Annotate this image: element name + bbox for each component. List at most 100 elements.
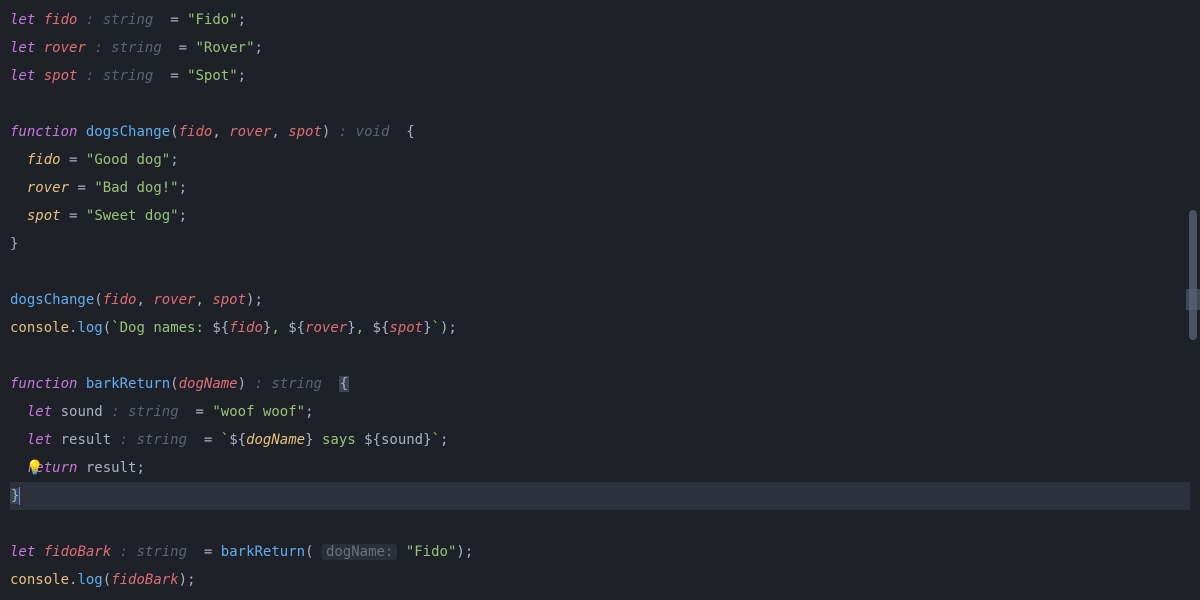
operator-eq: = xyxy=(204,432,212,448)
interp: dogName xyxy=(246,432,305,448)
code-line[interactable]: let fido : string = "Fido"; xyxy=(10,6,1190,34)
keyword-let: let xyxy=(10,68,35,84)
operator-eq: = xyxy=(170,68,178,84)
template-backtick: ` xyxy=(432,432,440,448)
type-hint: : string xyxy=(86,68,153,84)
code-line[interactable]: let result : string = `${dogName} says $… xyxy=(10,426,1190,454)
semicolon: ; xyxy=(179,180,187,196)
object-console: console xyxy=(10,572,69,588)
code-editor[interactable]: let fido : string = "Fido"; let rover : … xyxy=(0,0,1200,600)
template-text: says xyxy=(314,432,365,448)
function-name: dogsChange xyxy=(86,124,170,140)
operator-eq: = xyxy=(195,404,203,420)
interp: rover xyxy=(305,320,347,336)
code-line[interactable]: let spot : string = "Spot"; xyxy=(10,62,1190,90)
identifier: result xyxy=(61,432,112,448)
semicolon: ; xyxy=(238,12,246,28)
identifier-spot: spot xyxy=(44,68,78,84)
function-call: dogsChange xyxy=(10,292,94,308)
param: dogName xyxy=(179,376,238,392)
return-type-hint: : void xyxy=(339,124,390,140)
identifier: fido xyxy=(27,152,61,168)
paren-open: ( xyxy=(94,292,102,308)
code-line[interactable]: console.log(fidoBark); xyxy=(10,566,1190,594)
interp: spot xyxy=(389,320,423,336)
string-literal: "woof woof" xyxy=(212,404,305,420)
operator-eq: = xyxy=(69,208,77,224)
type-hint: : string xyxy=(120,432,187,448)
operator-eq: = xyxy=(204,544,212,560)
operator-eq: = xyxy=(170,12,178,28)
interp: fido xyxy=(229,320,263,336)
lightbulb-icon[interactable]: 💡 xyxy=(26,454,43,482)
string-literal: "Bad dog!" xyxy=(94,180,178,196)
template-text: , xyxy=(356,320,373,336)
code-line[interactable]: let sound : string = "woof woof"; xyxy=(10,398,1190,426)
code-line[interactable]: spot = "Sweet dog"; xyxy=(10,202,1190,230)
param: rover xyxy=(229,124,271,140)
keyword-function: function xyxy=(10,376,77,392)
function-call: barkReturn xyxy=(221,544,305,560)
text-cursor xyxy=(19,487,20,505)
code-line[interactable]: 💡 return result; xyxy=(10,454,1190,482)
type-hint: : string xyxy=(94,40,161,56)
code-line[interactable]: rover = "Bad dog!"; xyxy=(10,174,1190,202)
identifier: sound xyxy=(61,404,103,420)
code-line[interactable]: function barkReturn(dogName) : string { xyxy=(10,370,1190,398)
param: spot xyxy=(288,124,322,140)
argument: fidoBark xyxy=(111,572,178,588)
identifier-fido: fido xyxy=(44,12,78,28)
semicolon: ; xyxy=(254,292,262,308)
minimap-active-marker[interactable] xyxy=(1186,289,1200,310)
string-literal: "Good dog" xyxy=(86,152,170,168)
code-line[interactable]: function dogsChange(fido, rover, spot) :… xyxy=(10,118,1190,146)
identifier: fidoBark xyxy=(44,544,111,560)
object-console: console xyxy=(10,320,69,336)
vertical-scrollbar[interactable] xyxy=(1189,210,1197,340)
string-literal: "Fido" xyxy=(187,12,238,28)
comma: , xyxy=(212,124,229,140)
string-literal: "Fido" xyxy=(406,544,457,560)
string-literal: "Spot" xyxy=(187,68,238,84)
type-hint: : string xyxy=(111,404,178,420)
keyword-let: let xyxy=(10,12,35,28)
argument: spot xyxy=(212,292,246,308)
template-text: Dog names: xyxy=(120,320,213,336)
code-line-blank[interactable] xyxy=(10,258,1190,286)
type-hint: : string xyxy=(120,544,187,560)
semicolon: ; xyxy=(179,208,187,224)
template-text: , xyxy=(271,320,288,336)
code-line[interactable]: fido = "Good dog"; xyxy=(10,146,1190,174)
code-line-blank[interactable] xyxy=(10,342,1190,370)
code-line[interactable]: dogsChange(fido, rover, spot); xyxy=(10,286,1190,314)
template-backtick: ` xyxy=(432,320,440,336)
code-line-active[interactable]: } xyxy=(10,482,1190,510)
keyword-function: function xyxy=(10,124,77,140)
comma: , xyxy=(271,124,288,140)
code-line[interactable]: console.log(`Dog names: ${fido}, ${rover… xyxy=(10,314,1190,342)
brace-open: { xyxy=(406,124,414,140)
semicolon: ; xyxy=(170,152,178,168)
semicolon: ; xyxy=(440,432,448,448)
argument: rover xyxy=(153,292,195,308)
operator-eq: = xyxy=(77,180,85,196)
code-line[interactable]: let rover : string = "Rover"; xyxy=(10,34,1190,62)
template-backtick: ` xyxy=(221,432,229,448)
method-log: log xyxy=(77,320,102,336)
code-line[interactable]: let fidoBark : string = barkReturn( dogN… xyxy=(10,538,1190,566)
identifier: rover xyxy=(27,180,69,196)
inline-parameter-hint: dogName: xyxy=(322,544,397,560)
keyword-let: let xyxy=(27,404,52,420)
matching-brace: { xyxy=(339,376,349,392)
identifier: result xyxy=(86,460,137,476)
semicolon: ; xyxy=(465,544,473,560)
paren-close: ) xyxy=(322,124,330,140)
paren-open: ( xyxy=(170,124,178,140)
keyword-let: let xyxy=(27,432,52,448)
code-line-blank[interactable] xyxy=(10,90,1190,118)
code-line-blank[interactable] xyxy=(10,510,1190,538)
return-type-hint: : string xyxy=(255,376,322,392)
code-line[interactable]: } xyxy=(10,230,1190,258)
string-literal: "Rover" xyxy=(196,40,255,56)
string-literal: "Sweet dog" xyxy=(86,208,179,224)
